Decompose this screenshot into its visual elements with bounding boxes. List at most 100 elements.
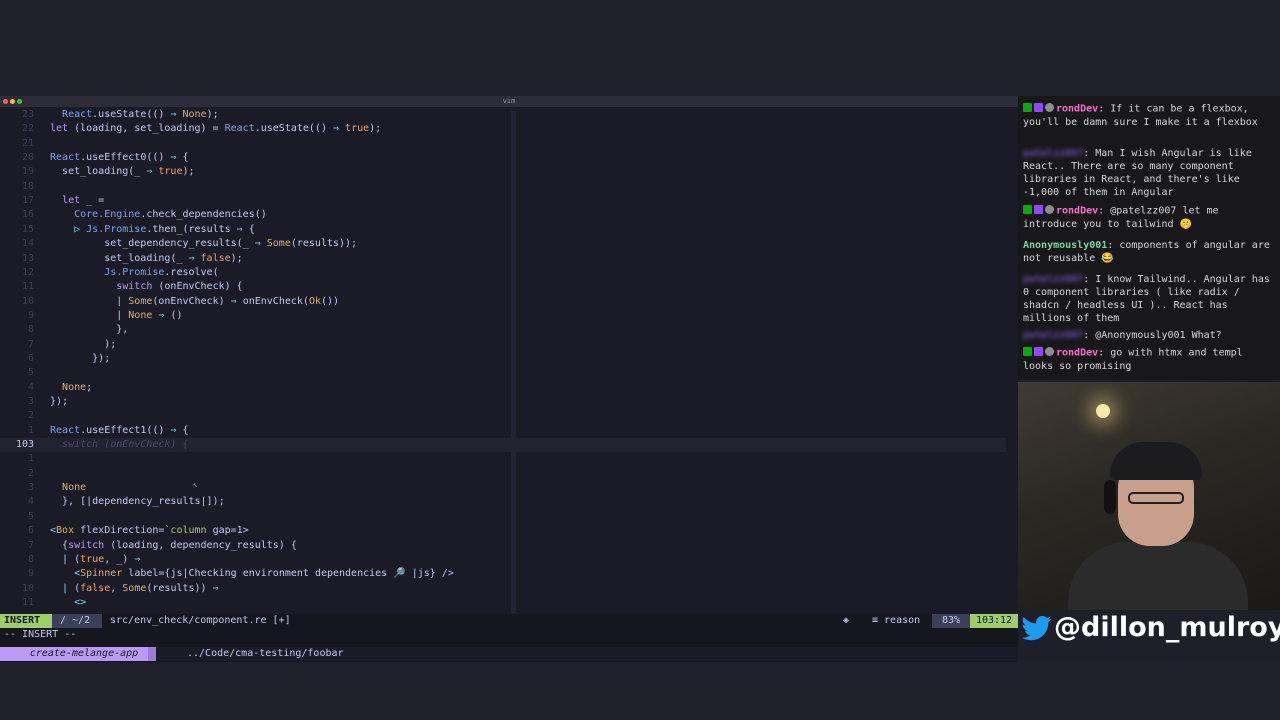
chat-message: patelzz007: I know Tailwind.. Angular ha… xyxy=(1023,274,1270,324)
code-line[interactable]: 2 xyxy=(0,409,1006,423)
line-number: 103 xyxy=(15,439,34,451)
stream-top-background xyxy=(0,0,1280,96)
badge-icon xyxy=(1045,205,1054,214)
code-line[interactable]: 15 ▷ Js.Promise.then_(results ⇒ { xyxy=(0,223,1006,237)
code-line[interactable]: 22 let (loading, set_loading) = React.use… xyxy=(0,122,1006,136)
social-handle: @dillon_mulroy xyxy=(1018,610,1280,646)
current-code-line[interactable]: 103 switch (onEnvCheck) { xyxy=(0,438,1006,453)
code-text: ); xyxy=(104,338,117,350)
chat-username[interactable]: patelzz007 xyxy=(1023,274,1083,285)
code-line[interactable]: 9 | None ⇒ () xyxy=(0,309,1006,323)
line-number: 6 xyxy=(27,352,34,364)
code-text: React.useEffect1(() ⇒ { xyxy=(50,424,189,436)
window-title: vim xyxy=(502,97,516,105)
code-text: set_dependency_results(_ ⇒ Some(results)… xyxy=(104,238,358,250)
code-line[interactable]: 11 switch (onEnvCheck) { xyxy=(0,280,1006,294)
user-badges xyxy=(1023,346,1056,359)
badge-icon xyxy=(1045,347,1054,356)
code-line[interactable]: 11 <> xyxy=(0,596,1006,610)
code-line[interactable]: 8 | (true, _) ⇒ xyxy=(0,553,1006,567)
code-line[interactable]: 13 set_loading(_ ⇒ false); xyxy=(0,252,1006,266)
code-text: | None ⇒ () xyxy=(116,309,183,321)
code-line[interactable]: 2 xyxy=(0,467,1006,481)
code-line[interactable]: 6 }); xyxy=(0,352,1006,366)
code-line[interactable]: 10 | Some(onEnvCheck) ⇒ onEnvCheck(Ok()) xyxy=(0,295,1006,309)
code-line[interactable]: 18 xyxy=(0,180,1006,194)
tmux-path: ../Code/cma-testing/foobar xyxy=(187,648,344,659)
command-line[interactable]: -- INSERT -- xyxy=(0,628,1018,642)
chat-username[interactable]: patelzz007 xyxy=(1023,148,1083,159)
user-badges xyxy=(1023,102,1056,115)
chat-username[interactable]: rondDev xyxy=(1056,348,1098,359)
webcam-feed xyxy=(1018,382,1280,610)
code-line[interactable]: 1 React.useEffect1(() ⇒ { xyxy=(0,424,1006,438)
code-line[interactable]: 14 set_dependency_results(_ ⇒ Some(resul… xyxy=(0,237,1006,251)
chat-message: patelzz007: Man I wish Angular is like R… xyxy=(1023,148,1252,198)
line-number: 2 xyxy=(27,467,34,479)
line-number: 8 xyxy=(27,553,34,565)
badge-icon xyxy=(1023,103,1032,112)
line-number: 7 xyxy=(27,539,34,551)
line-number: 4 xyxy=(27,496,34,508)
code-line[interactable]: 17 let _ = xyxy=(0,194,1006,208)
tmux-session-name[interactable]: create-melange-app xyxy=(20,647,148,661)
line-number: 3 xyxy=(27,396,34,407)
line-number: 18 xyxy=(21,180,34,192)
twitter-bird-icon xyxy=(1022,616,1052,641)
terminal-window[interactable]: vim ↖ 23 React.useState(() ⇒ None); 22 let… xyxy=(0,96,1018,662)
stream-bottom-background xyxy=(0,662,1280,720)
code-line[interactable]: 5 xyxy=(0,510,1006,524)
code-line[interactable]: 7 ); xyxy=(0,338,1006,352)
line-number: 14 xyxy=(21,238,34,250)
code-text: | (true, _) ⇒ xyxy=(62,553,141,565)
line-number: 9 xyxy=(27,309,34,321)
twitch-chat[interactable]: rondDev: If it can be a flexbox, you'll … xyxy=(1018,96,1280,380)
cap xyxy=(1110,442,1202,480)
code-text: switch (onEnvCheck) { xyxy=(116,281,243,293)
code-text: }, [|dependency_results|]); xyxy=(62,496,225,508)
line-number: 11 xyxy=(21,596,34,608)
code-text: {switch (loading, dependency_results) { xyxy=(62,539,297,551)
lamp-light xyxy=(1096,404,1110,418)
code-line[interactable]: 7 {switch (loading, dependency_results) … xyxy=(0,539,1006,553)
code-text: set_loading(_ ⇒ false); xyxy=(104,252,243,264)
line-number: 13 xyxy=(21,252,34,264)
code-line[interactable]: 19 set_loading(_ ⇒ true); xyxy=(0,165,1006,179)
code-line[interactable]: 10 | (false, Some(results)) ⇒ xyxy=(0,582,1006,596)
code-line[interactable]: 3}); xyxy=(0,395,1006,409)
chat-username[interactable]: rondDev xyxy=(1056,206,1098,217)
code-text: None; xyxy=(62,381,93,393)
code-line[interactable]: 6 <Box flexDirection=`column gap=1> xyxy=(0,524,1006,538)
headset xyxy=(1104,480,1116,514)
code-line[interactable]: 5 xyxy=(0,366,1006,380)
code-editor[interactable]: ↖ 23 React.useState(() ⇒ None); 22 let (lo… xyxy=(0,107,1018,614)
code-text: switch (onEnvCheck) { xyxy=(62,439,189,451)
code-line[interactable]: 8 }, xyxy=(0,323,1006,337)
code-line[interactable]: 16 Core.Engine.check_dependencies() xyxy=(0,208,1006,222)
window-titlebar[interactable]: vim xyxy=(0,96,1018,107)
code-text: set_loading(_ ⇒ true); xyxy=(62,166,195,178)
chat-username[interactable]: Anonymously001 xyxy=(1023,240,1107,251)
code-line[interactable]: 9 <Spinner label={js|Checking environmen… xyxy=(0,567,1006,581)
code-line[interactable]: 20 React.useEffect0(() ⇒ { xyxy=(0,151,1006,165)
line-number: 8 xyxy=(27,324,34,336)
chat-username[interactable]: patelzz007 xyxy=(1023,330,1083,341)
code-line[interactable]: 12 Js.Promise.resolve( xyxy=(0,266,1006,280)
code-text: Core.Engine.check_dependencies() xyxy=(74,209,267,221)
code-text: }, xyxy=(116,324,129,336)
code-line[interactable]: 1 xyxy=(0,452,1006,466)
code-text: | (false, Some(results)) ⇒ xyxy=(62,582,219,594)
tmux-statusbar: create-melange-app ../Code/cma-testing/f… xyxy=(0,647,1018,661)
code-line[interactable]: 21 xyxy=(0,137,1006,151)
line-number: 6 xyxy=(27,525,34,537)
line-number: 10 xyxy=(21,582,34,594)
code-line[interactable]: 23 React.useState(() ⇒ None); xyxy=(0,108,1006,122)
code-line[interactable]: 4 None; xyxy=(0,381,1006,395)
chat-username[interactable]: rondDev xyxy=(1056,104,1098,115)
branch-indicator: / ~/2 xyxy=(52,614,102,628)
code-text: <> xyxy=(74,596,87,608)
scroll-percent: 83% xyxy=(932,614,970,628)
line-number: 19 xyxy=(21,166,34,178)
code-line[interactable]: 3 None xyxy=(0,481,1006,495)
code-line[interactable]: 4 }, [|dependency_results|]); xyxy=(0,495,1006,509)
